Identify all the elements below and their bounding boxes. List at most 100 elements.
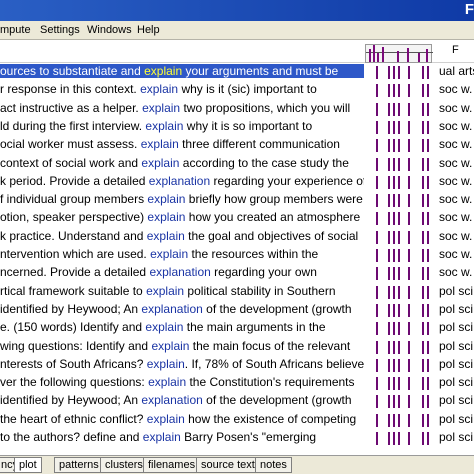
keyword: explain: [148, 375, 187, 390]
category-label: pol sci.: [439, 430, 474, 444]
plot-overview-strip[interactable]: [365, 44, 433, 63]
right-context: why is it (sic) important to: [178, 82, 317, 97]
category-label: soc w.: [439, 192, 473, 207]
category-label: soc w.: [439, 173, 473, 188]
tab-source-text[interactable]: source text: [196, 457, 260, 473]
menu-windows[interactable]: Windows: [87, 24, 132, 36]
concordance-line: ncerned. Provide a detailed explanation …: [0, 265, 364, 279]
dispersion-plot: [376, 377, 436, 391]
concordance-row[interactable]: f individual group members explain brief…: [0, 191, 474, 209]
plot-mark: [376, 358, 378, 372]
plot-mark: [408, 303, 410, 317]
concordance-row[interactable]: wing questions: Identify and explain the…: [0, 338, 474, 356]
plot-mark: [388, 340, 390, 354]
tab-bar: ncy plot patterns clusters filenames sou…: [0, 455, 474, 474]
left-context: context of social work and: [0, 155, 142, 170]
plot-mark: [376, 175, 378, 189]
left-context: to the authors? define and: [0, 430, 143, 444]
dispersion-plot: [376, 303, 436, 317]
plot-mark: [398, 175, 400, 189]
menu-settings[interactable]: Settings: [40, 24, 80, 36]
plot-mark: [397, 51, 399, 62]
plot-mark: [408, 377, 410, 391]
menu-help[interactable]: Help: [137, 24, 160, 36]
plot-mark: [427, 230, 429, 244]
keyword: explain: [145, 118, 184, 133]
concordance-row[interactable]: ntervention which are used. explain the …: [0, 246, 474, 264]
plot-mark: [398, 84, 400, 98]
concordance-row[interactable]: act instructive as a helper. explain two…: [0, 100, 474, 118]
concordance-row[interactable]: rtical framework suitable to explain pol…: [0, 283, 474, 301]
plot-mark: [398, 267, 400, 281]
concordance-row[interactable]: e. (150 words) Identify and explain the …: [0, 319, 474, 337]
right-context: of the development (growth: [202, 393, 352, 408]
keyword: explain: [140, 82, 179, 97]
concordance-row[interactable]: context of social work and explain accor…: [0, 155, 474, 173]
plot-mark: [398, 212, 400, 226]
concordance-row[interactable]: r response in this context. explain why …: [0, 81, 474, 99]
plot-mark: [408, 413, 410, 427]
plot-mark: [408, 84, 410, 98]
dispersion-plot: [376, 194, 436, 208]
menu-compute[interactable]: mpute: [0, 24, 31, 36]
dispersion-plot: [376, 66, 436, 79]
plot-mark: [427, 285, 429, 299]
plot-mark: [388, 249, 390, 262]
plot-mark: [376, 285, 378, 299]
left-context: rtical framework suitable to: [0, 283, 147, 298]
plot-mark: [388, 212, 390, 226]
category-column-header[interactable]: F: [452, 44, 459, 56]
concordance-row[interactable]: k period. Provide a detailed explanation…: [0, 173, 474, 191]
concordance-row[interactable]: ocial worker must assess. explain three …: [0, 136, 474, 154]
concordance-line: to the authors? define and explain Barry…: [0, 430, 364, 444]
plot-mark: [408, 322, 410, 336]
concordance-row[interactable]: ld during the first interview. explain w…: [0, 118, 474, 136]
concordance-line: f individual group members explain brief…: [0, 192, 364, 206]
left-context: ntervention which are used.: [0, 247, 151, 261]
right-context: . If, 78% of South Africans believe: [184, 356, 364, 371]
plot-mark: [398, 194, 400, 208]
keyword: explain: [142, 430, 181, 444]
concordance-row[interactable]: to the authors? define and explain Barry…: [0, 429, 474, 447]
plot-mark: [422, 358, 424, 372]
plot-mark: [427, 212, 429, 226]
plot-mark: [388, 377, 390, 391]
plot-mark: [376, 102, 378, 116]
concordance-line: ld during the first interview. explain w…: [0, 119, 364, 133]
concordance-row[interactable]: ources to substantiate and explain your …: [0, 63, 474, 81]
tab-clusters[interactable]: clusters: [100, 457, 148, 473]
concordance-row[interactable]: nterests of South Africans? explain. If,…: [0, 356, 474, 374]
concordance-row[interactable]: ver the following questions: explain the…: [0, 374, 474, 392]
plot-mark: [376, 249, 378, 262]
plot-mark: [388, 267, 390, 281]
tab-plot[interactable]: plot: [14, 457, 42, 473]
concordance-row[interactable]: k practice. Understand and explain the g…: [0, 228, 474, 246]
concordance-row[interactable]: otion, speaker perspective) explain how …: [0, 209, 474, 227]
concordance-row[interactable]: identified by Heywood; An explanation of…: [0, 301, 474, 319]
plot-mark: [393, 66, 395, 79]
concordance-row[interactable]: the heart of ethnic conflict? explain ho…: [0, 411, 474, 429]
category-label: soc w.: [439, 265, 473, 280]
tab-patterns[interactable]: patterns: [54, 457, 104, 473]
plot-mark: [393, 120, 395, 134]
concordance-row[interactable]: ncerned. Provide a detailed explanation …: [0, 264, 474, 282]
concordance-line: the heart of ethnic conflict? explain ho…: [0, 412, 364, 426]
category-label: soc w.: [439, 228, 473, 243]
tab-filenames[interactable]: filenames: [143, 457, 201, 473]
plot-mark: [373, 45, 375, 62]
plot-mark: [393, 102, 395, 116]
concordance-row[interactable]: identified by Heywood; An explanation of…: [0, 392, 474, 410]
category-label: soc w.: [439, 137, 473, 152]
tab-notes[interactable]: notes: [255, 457, 292, 473]
concordance-line: ver the following questions: explain the…: [0, 375, 364, 389]
menu-bar: mpute Settings Windows Help: [0, 21, 474, 40]
plot-mark: [398, 432, 400, 445]
plot-mark: [398, 377, 400, 391]
plot-mark: [398, 66, 400, 79]
plot-mark: [393, 377, 395, 391]
plot-mark: [427, 395, 429, 409]
concordance-line: wing questions: Identify and explain the…: [0, 339, 364, 353]
left-context: act instructive as a helper.: [0, 100, 143, 115]
category-label: soc w.: [439, 100, 473, 115]
plot-mark: [376, 157, 378, 171]
